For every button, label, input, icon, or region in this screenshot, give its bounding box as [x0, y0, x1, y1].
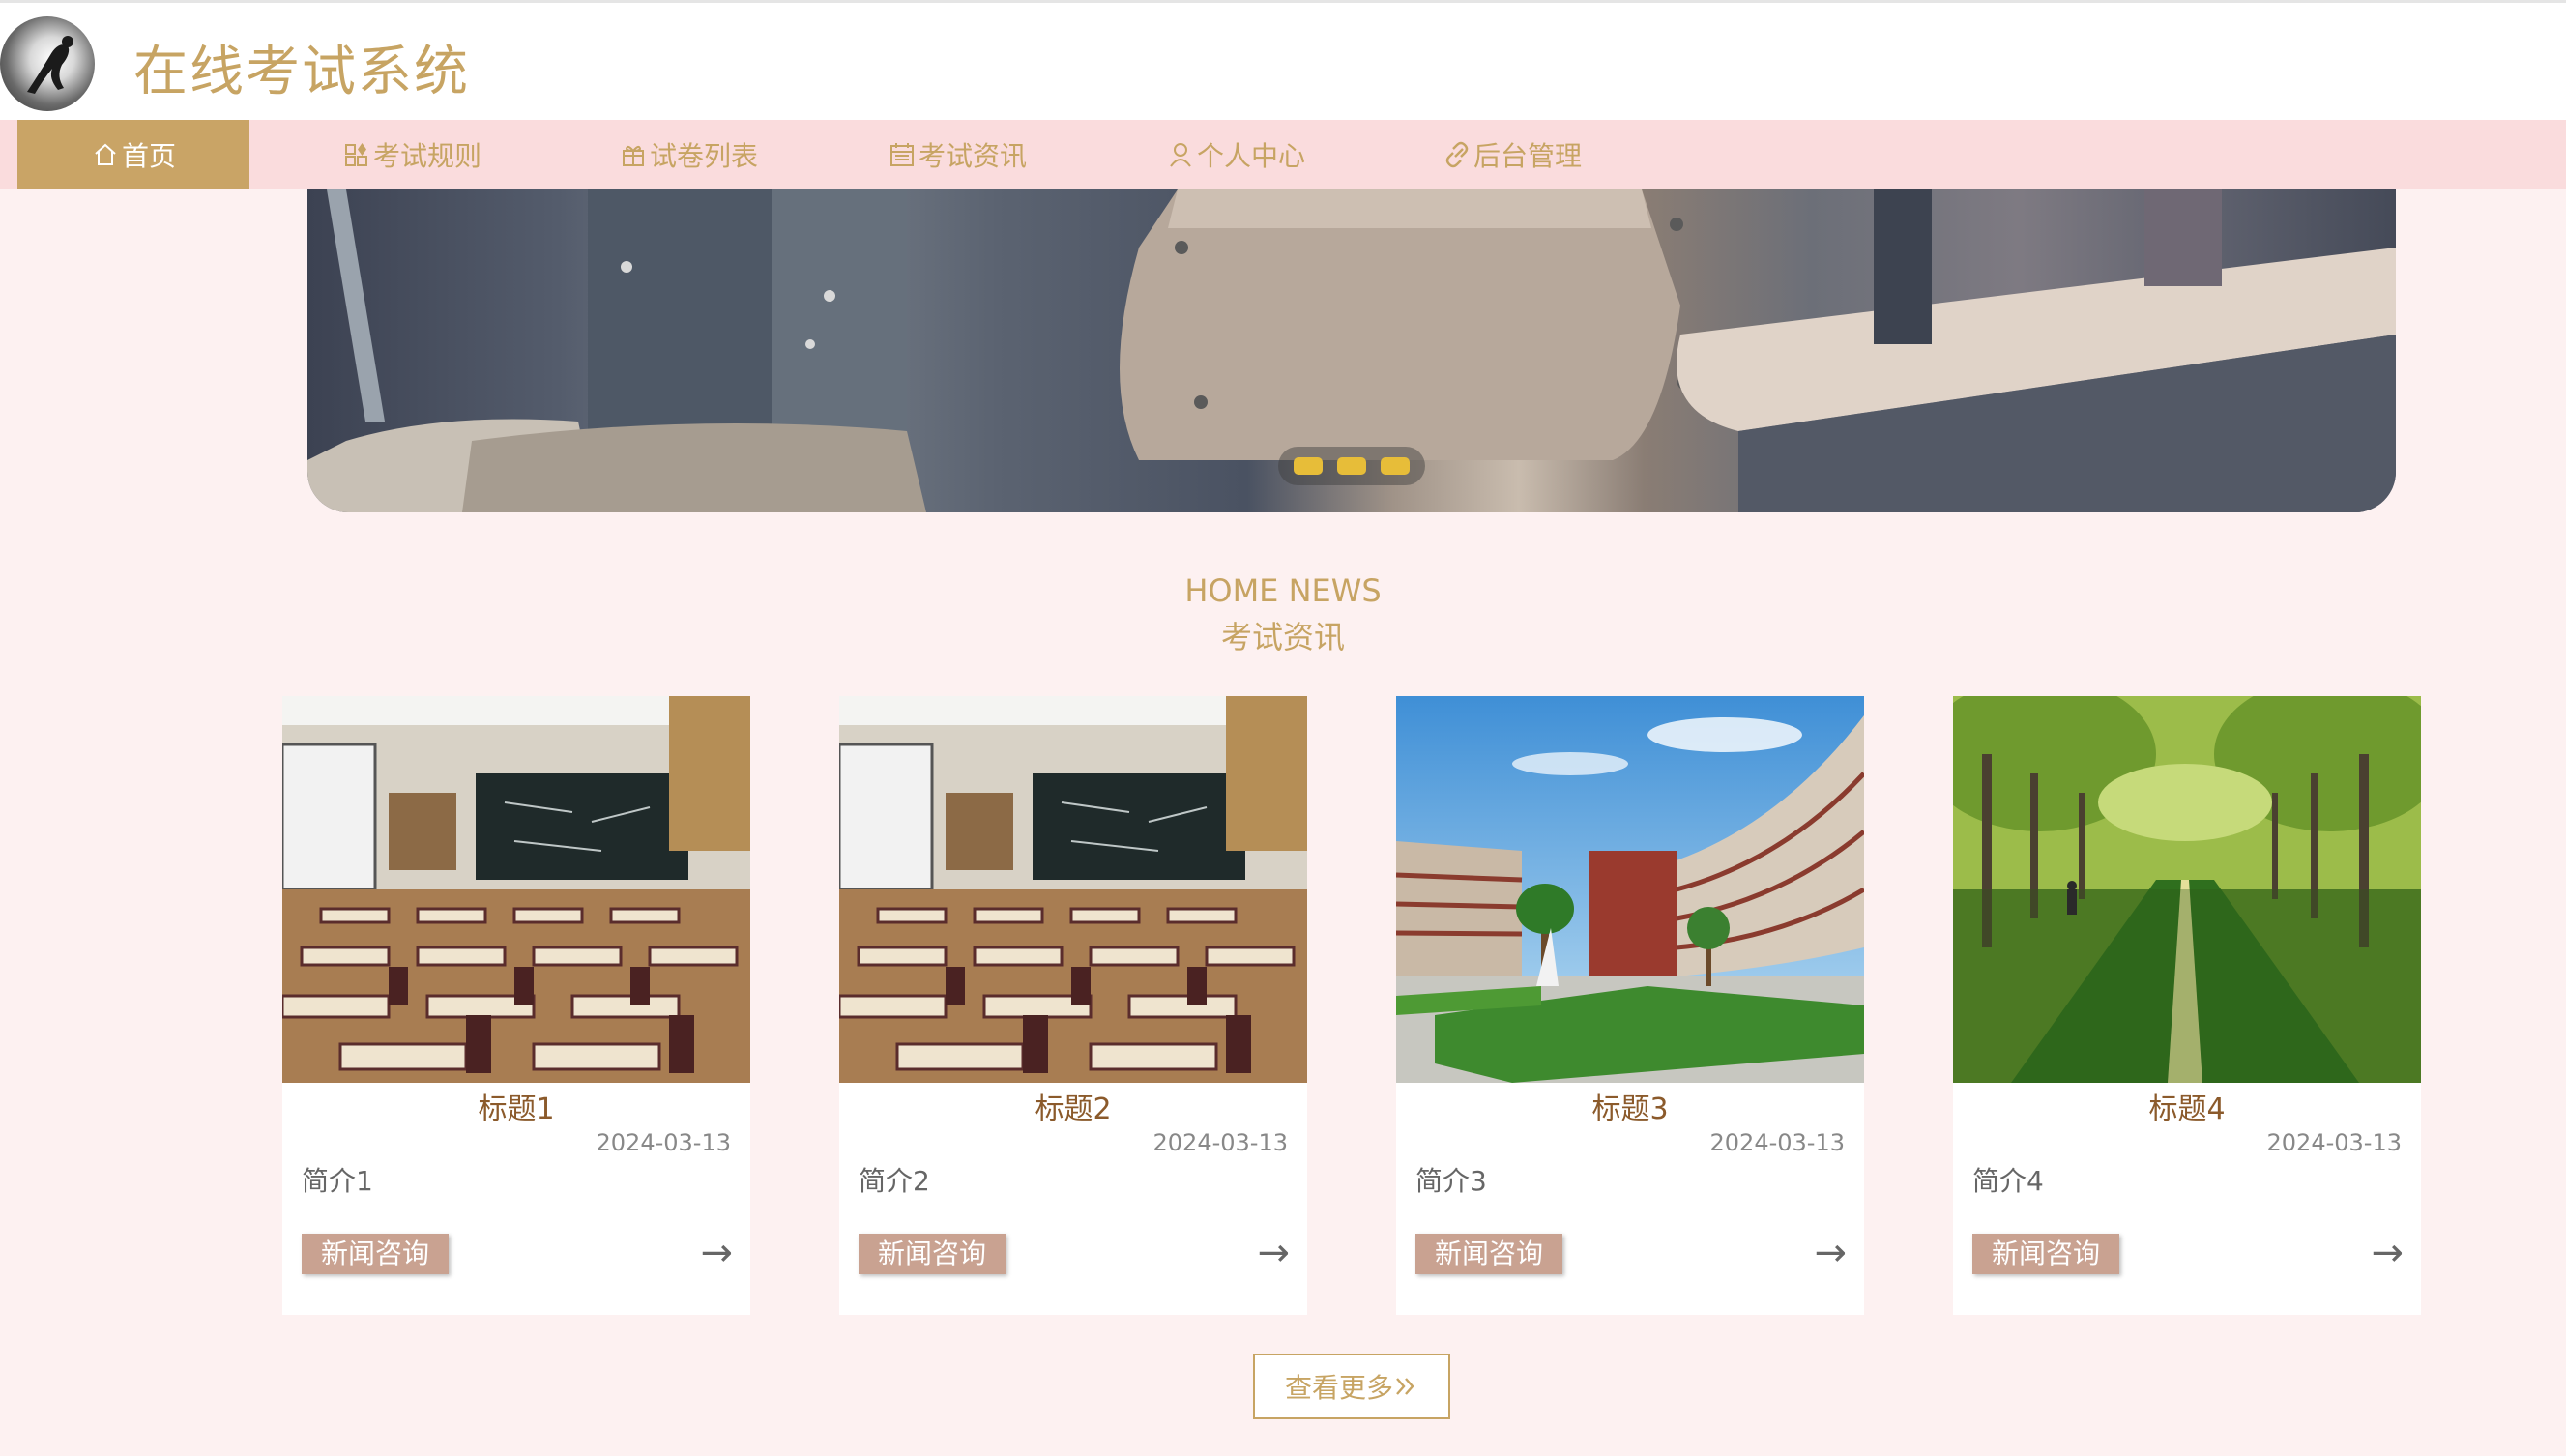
arrow-right-icon[interactable]: → [700, 1234, 733, 1272]
section-title-en: HOME NEWS [1184, 572, 1382, 609]
news-title[interactable]: 标题1 [282, 1085, 750, 1127]
news-image-classroom [839, 696, 1307, 1083]
home-icon [95, 143, 116, 165]
news-category-button[interactable]: 新闻咨询 [302, 1234, 450, 1274]
news-image-tree-lined-road [1953, 696, 2421, 1083]
carousel-dot[interactable] [1381, 457, 1410, 475]
nav-item-label: 首页 [121, 140, 176, 172]
news-desc: 简介4 [1972, 1165, 2044, 1197]
arrow-right-icon[interactable]: → [1814, 1234, 1847, 1272]
news-image-classroom [282, 696, 750, 1083]
news-date: 2024-03-13 [1709, 1129, 1845, 1156]
carousel-dot[interactable] [1337, 457, 1366, 475]
news-date: 2024-03-13 [2266, 1129, 2402, 1156]
news-title[interactable]: 标题2 [839, 1085, 1307, 1127]
carousel-indicators [1278, 447, 1425, 485]
news-title[interactable]: 标题3 [1396, 1085, 1864, 1127]
news-image-campus-building [1396, 696, 1864, 1083]
news-category-button[interactable]: 新闻咨询 [1972, 1234, 2120, 1274]
news-desc: 简介2 [859, 1165, 930, 1197]
nav-item-profile[interactable]: 个人中心 [1158, 120, 1313, 189]
view-more-label: 查看更多 [1284, 1372, 1393, 1404]
news-card[interactable]: 标题4 2024-03-13 简介4 新闻咨询 → [1953, 696, 2421, 1315]
news-desc: 简介3 [1415, 1165, 1487, 1197]
header: 在线考试系统 [0, 0, 2566, 120]
double-chevron-right-icon [1396, 1378, 1414, 1395]
news-date: 2024-03-13 [596, 1129, 731, 1156]
user-icon [1170, 143, 1191, 167]
nav-item-papers[interactable]: 试卷列表 [611, 120, 766, 189]
nav-item-home[interactable]: 首页 [17, 120, 249, 189]
news-category-button[interactable]: 新闻咨询 [1415, 1234, 1563, 1274]
news-category-button[interactable]: 新闻咨询 [859, 1234, 1006, 1274]
grid-icon [344, 143, 367, 166]
section-title-cn: 考试资讯 [1220, 619, 1345, 655]
nav-item-admin[interactable]: 后台管理 [1435, 120, 1589, 189]
nav-item-label: 考试资讯 [918, 140, 1027, 172]
nav-item-label: 考试规则 [372, 140, 481, 172]
news-card[interactable]: 标题2 2024-03-13 简介2 新闻咨询 → [839, 696, 1307, 1315]
main-nav: 首页 考试规则 试卷列表 考试资讯 个人中心 后台管理 [0, 120, 2566, 189]
gift-icon [622, 145, 644, 166]
news-desc: 简介1 [302, 1165, 373, 1197]
nav-item-rules[interactable]: 考试规则 [335, 120, 489, 189]
link-icon [1445, 141, 1469, 168]
arrow-right-icon[interactable]: → [2371, 1234, 2404, 1272]
logo[interactable] [0, 16, 95, 111]
nav-item-label: 后台管理 [1473, 140, 1582, 172]
arrow-right-icon[interactable]: → [1257, 1234, 1290, 1272]
calendar-icon [889, 143, 914, 166]
site-title: 在线考试系统 [133, 41, 470, 103]
carousel-dot[interactable] [1294, 457, 1323, 475]
view-more-button[interactable]: 查看更多 [1253, 1354, 1450, 1419]
nav-item-label: 试卷列表 [649, 140, 758, 172]
news-date: 2024-03-13 [1152, 1129, 1288, 1156]
news-card[interactable]: 标题3 2024-03-13 简介3 新闻咨询 → [1396, 696, 1864, 1315]
news-title[interactable]: 标题4 [1953, 1085, 2421, 1127]
nav-item-news[interactable]: 考试资讯 [880, 120, 1035, 189]
news-card[interactable]: 标题1 2024-03-13 简介1 新闻咨询 → [282, 696, 750, 1315]
nav-item-label: 个人中心 [1196, 140, 1305, 172]
